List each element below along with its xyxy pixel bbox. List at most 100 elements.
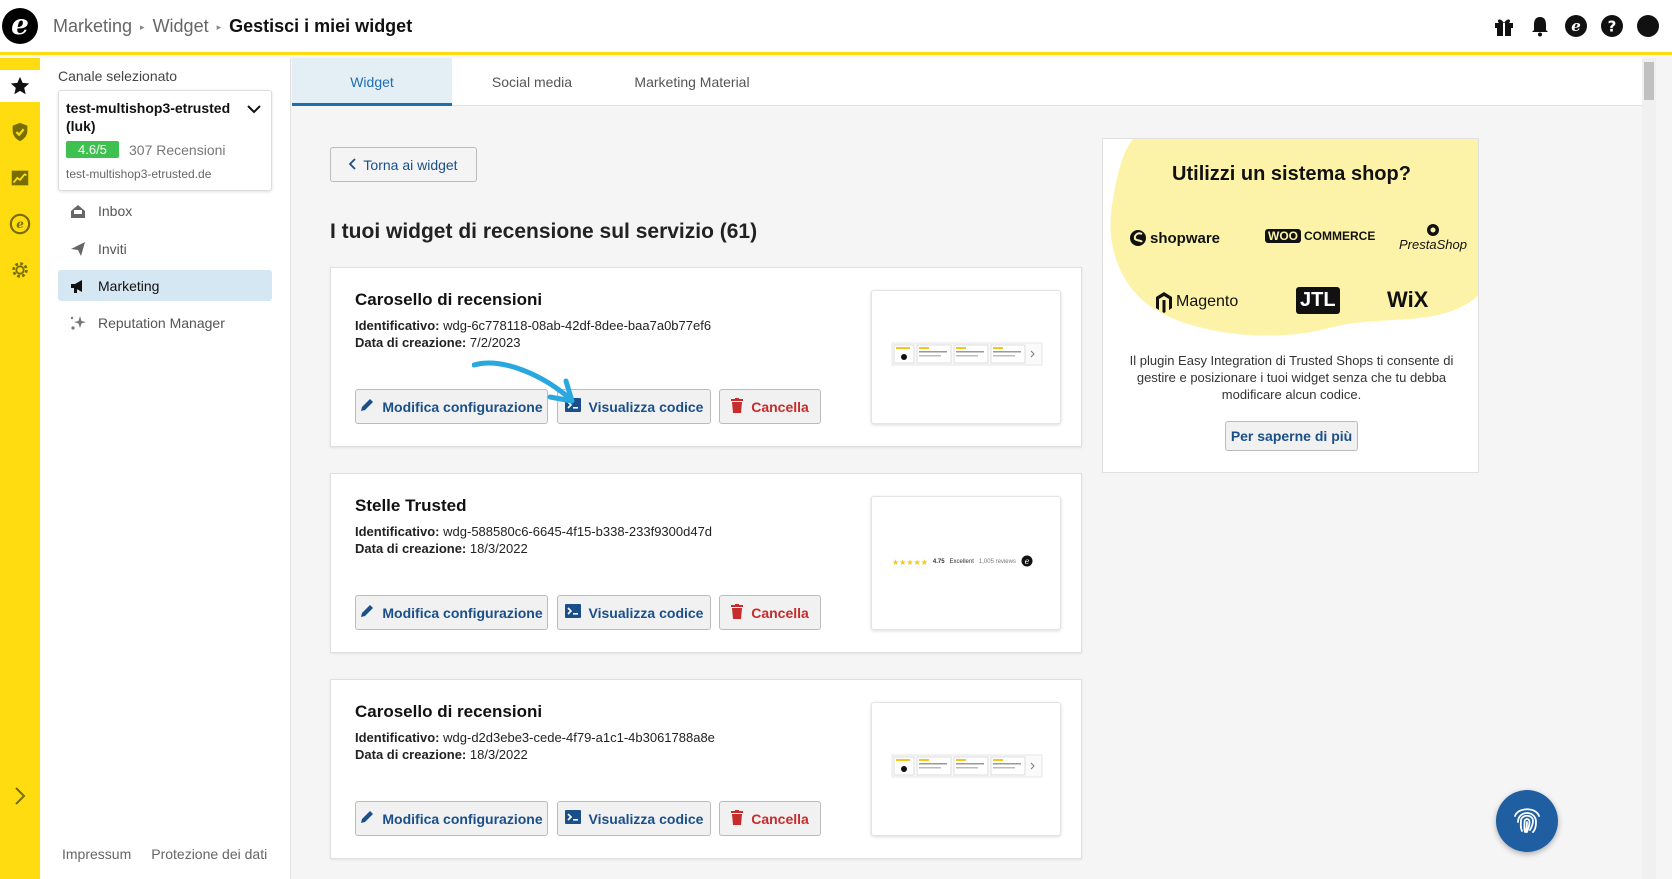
megaphone-icon (68, 278, 88, 294)
magento-text: Magento (1176, 293, 1239, 310)
profile-icon[interactable] (1636, 14, 1660, 38)
jtl-logo[interactable]: JTL (1296, 287, 1340, 314)
delete-button[interactable]: Cancella (719, 801, 821, 836)
delete-button[interactable]: Cancella (719, 389, 821, 424)
widget-card: Carosello di recensioni Identificativo: … (330, 679, 1082, 859)
learn-more-button[interactable]: Per saperne di più (1225, 421, 1358, 451)
id-label: Identificativo: (355, 318, 440, 333)
widget-id: Identificativo: wdg-6c778118-08ab-42df-8… (355, 318, 711, 333)
shopware-icon (1130, 230, 1146, 246)
privacy-link[interactable]: Protezione dei dati (151, 846, 267, 862)
breadcrumb: Marketing ▸ Widget ▸ Gestisci i miei widget (53, 16, 412, 37)
page-title: Gestisci i miei widget (229, 16, 413, 36)
sidebar-item-inviti[interactable]: Inviti (58, 233, 272, 264)
pencil-icon (360, 810, 374, 827)
sidebar: Canale selezionato test-multishop3-etrus… (40, 58, 291, 879)
top-icons: e ? (1492, 14, 1660, 38)
bell-icon[interactable] (1528, 14, 1552, 38)
widget-preview[interactable] (871, 290, 1061, 424)
prestashop-logo[interactable]: PrestaShop (1399, 223, 1467, 252)
widget-card: Carosello di recensioni Identificativo: … (330, 267, 1082, 447)
preview-grade: Excellent (949, 559, 974, 565)
date-label: Data di creazione: (355, 747, 467, 762)
magento-logo[interactable]: Magento (1155, 291, 1238, 313)
sidebar-item-label: Reputation Manager (98, 314, 225, 331)
widget-title: Carosello di recensioni (355, 290, 543, 309)
preview-count: 1,005 reviews (978, 559, 1016, 565)
sidebar-item-inbox[interactable]: Inbox (58, 195, 272, 226)
sidebar-item-label: Marketing (98, 277, 160, 294)
scrollbar[interactable] (1642, 58, 1656, 879)
channel-selector[interactable]: test-multishop3-etrusted (luk) 4.6/5 307… (58, 90, 272, 191)
etrusted-rail-icon[interactable]: e (4, 208, 36, 240)
breadcrumb-widget[interactable]: Widget (153, 16, 209, 36)
send-icon (68, 241, 88, 257)
delete-button[interactable]: Cancella (719, 595, 821, 630)
back-button-label: Torna ai widget (363, 156, 458, 173)
date-value: 7/2/2023 (469, 335, 521, 350)
trusted-shops-logo[interactable]: e (2, 8, 38, 44)
date-label: Data di creazione: (355, 541, 467, 556)
tab-widget[interactable]: Widget (292, 58, 452, 106)
impressum-link[interactable]: Impressum (62, 846, 131, 862)
widget-date: Data di creazione: 7/2/2023 (355, 335, 521, 350)
woocommerce-text: COMMERCE (1304, 229, 1376, 243)
etrusted-mini-icon: e (1021, 555, 1033, 569)
tab-marketing-material[interactable]: Marketing Material (612, 58, 772, 106)
date-value: 18/3/2022 (469, 747, 528, 762)
section-title: I tuoi widget di recensione sul servizio… (330, 220, 758, 243)
svg-text:e: e (1571, 17, 1581, 35)
scrollbar-thumb[interactable] (1644, 62, 1654, 100)
back-to-widgets-button[interactable]: Torna ai widget (330, 147, 477, 182)
chart-icon[interactable] (4, 162, 36, 194)
etrusted-icon[interactable]: e (1564, 14, 1588, 38)
id-value: wdg-6c778118-08ab-42df-8dee-baa7a0b77ef6 (443, 318, 712, 333)
pencil-icon (360, 604, 374, 621)
widget-title: Stelle Trusted (355, 496, 467, 515)
code-label: Visualizza codice (588, 810, 704, 827)
gift-icon[interactable] (1492, 14, 1516, 38)
code-label: Visualizza codice (588, 604, 704, 621)
svg-text:?: ? (1608, 18, 1617, 36)
sidebar-item-marketing[interactable]: Marketing (58, 270, 272, 301)
promo-title: Utilizzi un sistema shop? (1172, 163, 1411, 185)
trusted-stars-preview: ★★★★★ 4.75 Excellent 1,005 reviews e (892, 555, 1033, 569)
sidebar-item-reputation-manager[interactable]: Reputation Manager (58, 307, 272, 338)
prestashop-icon (1426, 224, 1439, 236)
help-icon[interactable]: ? (1600, 14, 1624, 38)
svg-text:e: e (16, 217, 24, 231)
shop-system-promo: Utilizzi un sistema shop? shopware WOO C… (1102, 138, 1479, 473)
shield-check-icon[interactable] (4, 116, 36, 148)
widget-date: Data di creazione: 18/3/2022 (355, 747, 528, 762)
breadcrumb-marketing[interactable]: Marketing (53, 16, 132, 36)
breadcrumb-separator-icon: ▸ (140, 22, 145, 32)
shopware-logo[interactable]: shopware (1129, 229, 1220, 247)
wix-logo[interactable]: WiX (1387, 287, 1428, 313)
gear-icon[interactable] (4, 254, 36, 286)
id-label: Identificativo: (355, 730, 440, 745)
edit-configuration-button[interactable]: Modifica configurazione (355, 801, 548, 836)
left-rail: e (0, 58, 40, 879)
rail-star-icon[interactable] (0, 70, 40, 102)
tab-social-media[interactable]: Social media (452, 58, 612, 106)
chevron-down-icon[interactable] (247, 101, 261, 119)
delete-label: Cancella (751, 810, 809, 827)
top-bar: e Marketing ▸ Widget ▸ Gestisci i miei widge… (0, 0, 1672, 55)
fingerprint-help-button[interactable] (1496, 790, 1558, 852)
widget-preview[interactable] (871, 702, 1061, 836)
view-code-button[interactable]: Visualizza codice (557, 801, 711, 836)
main-content: Widget Social media Marketing Material T… (292, 58, 1656, 879)
chevron-right-icon[interactable] (4, 780, 36, 812)
inbox-icon (68, 203, 88, 219)
pencil-icon (360, 398, 374, 415)
view-code-button[interactable]: Visualizza codice (557, 595, 711, 630)
chevron-left-icon (349, 157, 357, 173)
widget-card: Stelle Trusted Identificativo: wdg-58858… (330, 473, 1082, 653)
carousel-preview-image (891, 754, 1043, 778)
edit-configuration-button[interactable]: Modifica configurazione (355, 595, 548, 630)
delete-label: Cancella (751, 604, 809, 621)
widget-preview[interactable]: ★★★★★ 4.75 Excellent 1,005 reviews e (871, 496, 1061, 630)
woocommerce-logo[interactable]: WOO COMMERCE (1265, 229, 1375, 243)
delete-label: Cancella (751, 398, 809, 415)
date-label: Data di creazione: (355, 335, 467, 350)
